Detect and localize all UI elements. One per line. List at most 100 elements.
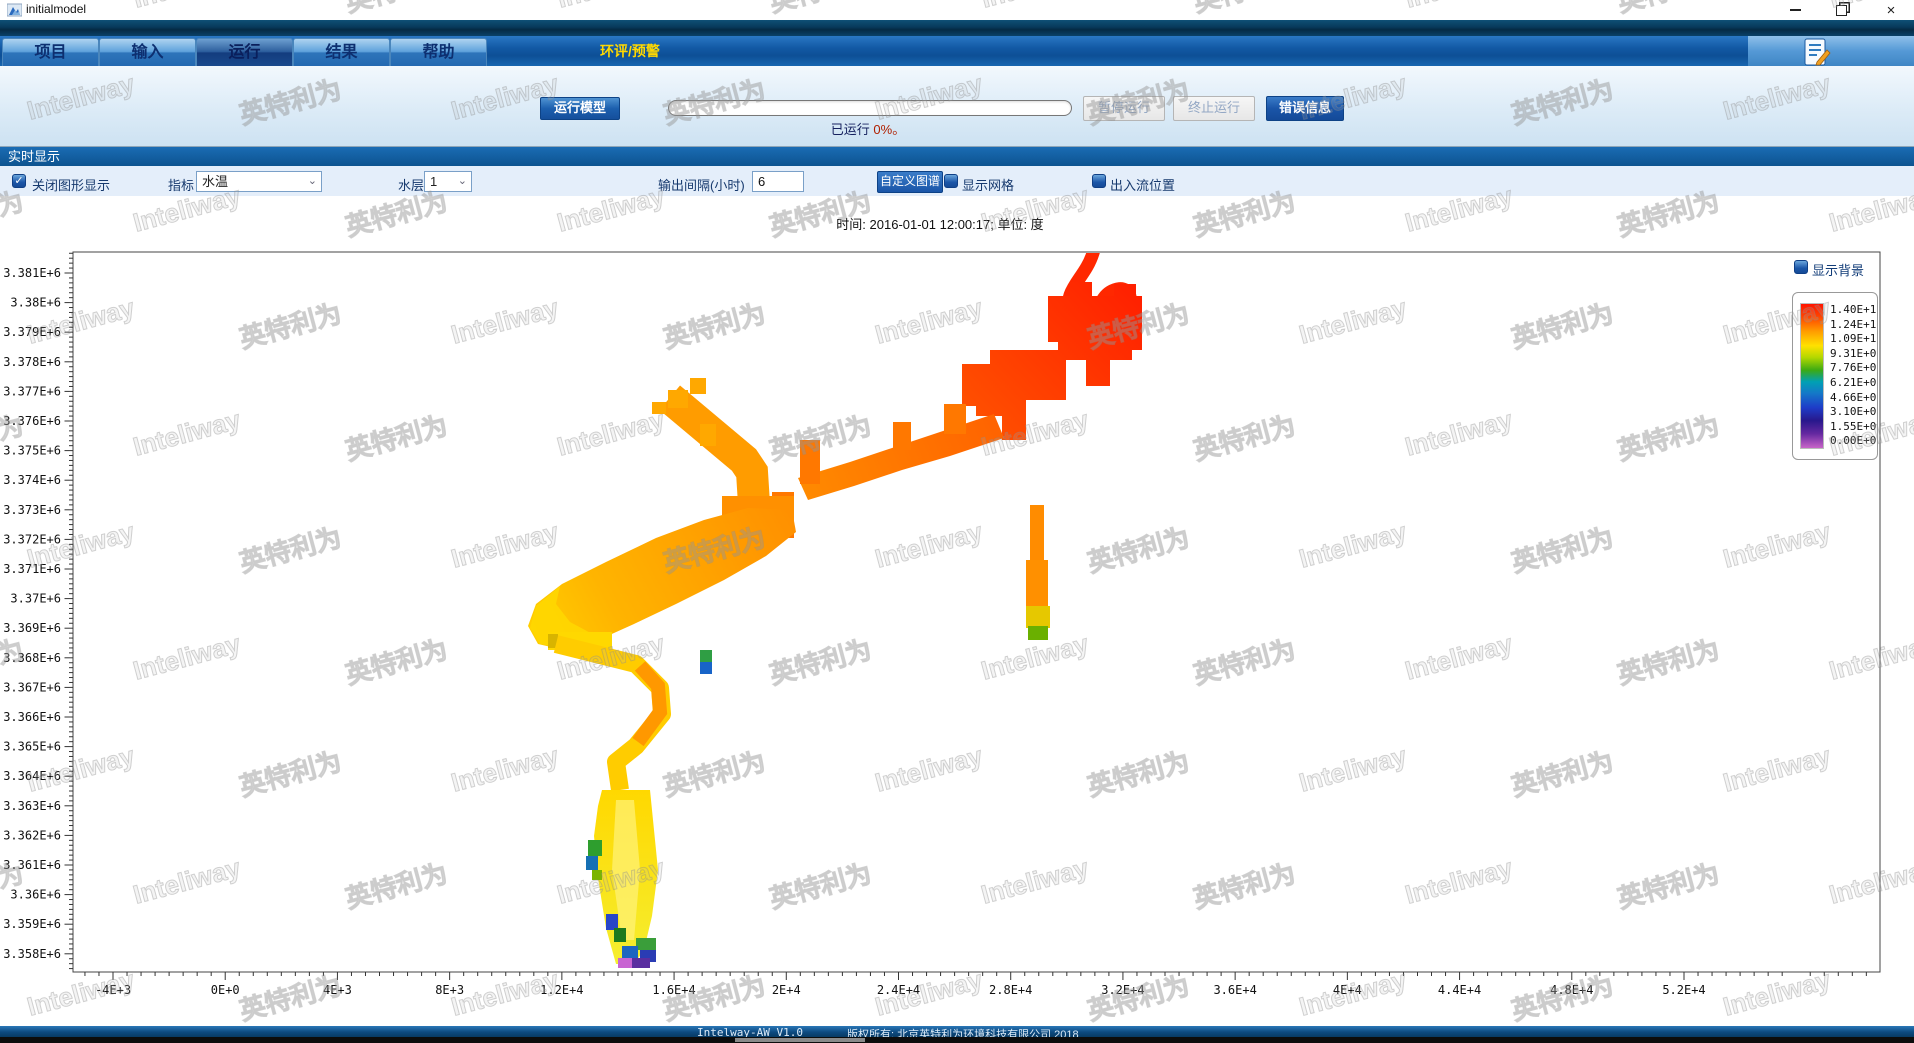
y-tick-label: 3.372E+6 — [3, 532, 61, 546]
x-tick-label: -4E+3 — [95, 983, 131, 997]
tab-运行[interactable]: 运行 — [196, 38, 293, 67]
y-tick-label: 3.361E+6 — [3, 858, 61, 872]
indicator-label: 指标 — [168, 175, 194, 194]
legend-value: 3.10E+0 — [1830, 405, 1876, 420]
legend-colorbar — [1800, 303, 1824, 449]
y-tick-label: 3.366E+6 — [3, 710, 61, 724]
chevron-down-icon: ⌄ — [458, 172, 467, 191]
window-title: initialmodel — [26, 2, 86, 16]
x-tick-label: 1.6E+4 — [652, 983, 695, 997]
y-tick-label: 3.364E+6 — [3, 769, 61, 783]
progress-bar — [668, 100, 1072, 116]
y-tick-label: 3.367E+6 — [3, 680, 61, 694]
y-tick-label: 3.363E+6 — [3, 799, 61, 813]
custom-palette-button[interactable]: 自定义图谱 — [877, 171, 943, 193]
document-edit-icon[interactable] — [1799, 38, 1833, 66]
x-tick-label: 5.2E+4 — [1662, 983, 1705, 997]
x-tick-label: 1.2E+4 — [540, 983, 583, 997]
legend-value: 7.76E+0 — [1830, 361, 1876, 376]
y-tick-label: 3.358E+6 — [3, 947, 61, 961]
layer-value: 1 — [430, 174, 437, 189]
x-tick-label: 2.8E+4 — [989, 983, 1032, 997]
indicator-dropdown[interactable]: 水温 ⌄ — [196, 171, 322, 192]
legend-value: 0.00E+0 — [1830, 434, 1876, 449]
restore-button[interactable] — [1824, 0, 1858, 20]
error-info-button[interactable]: 错误信息 — [1266, 96, 1344, 121]
close-button[interactable]: × — [1874, 0, 1908, 20]
flow-position-checkbox[interactable] — [1092, 174, 1106, 188]
taskbar-segment — [735, 1038, 865, 1042]
plot-border — [73, 252, 1880, 972]
restore-icon — [1836, 5, 1847, 16]
y-tick-label: 3.37E+6 — [10, 592, 61, 606]
minimize-button[interactable] — [1778, 0, 1812, 20]
x-tick-label: 4E+3 — [323, 983, 352, 997]
legend-value: 6.21E+0 — [1830, 376, 1876, 391]
y-tick-label: 3.379E+6 — [3, 325, 61, 339]
close-graph-label: 关闭图形显示 — [32, 175, 110, 194]
tab-输入[interactable]: 输入 — [99, 38, 196, 67]
indicator-value: 水温 — [202, 174, 228, 189]
progress-value: 0%。 — [873, 122, 905, 137]
layer-dropdown[interactable]: 1 ⌄ — [424, 171, 472, 192]
legend-value: 1.24E+1 — [1830, 318, 1876, 333]
time-caption: 时间: 2016-01-01 12:00:17; 单位: 度 — [440, 214, 1440, 233]
legend-value: 4.66E+0 — [1830, 391, 1876, 406]
taskbar-strip — [0, 1037, 1914, 1043]
y-tick-label: 3.371E+6 — [3, 562, 61, 576]
x-tick-label: 4.8E+4 — [1550, 983, 1593, 997]
close-graph-checkbox[interactable]: ✓ — [12, 174, 26, 188]
check-icon: ✓ — [14, 175, 23, 187]
chevron-down-icon: ⌄ — [308, 172, 317, 191]
stop-run-button[interactable]: 终止运行 — [1173, 96, 1255, 121]
legend-value: 1.40E+1 — [1830, 303, 1876, 318]
close-icon: × — [1887, 2, 1896, 19]
x-tick-label: 4E+4 — [1333, 983, 1362, 997]
app-icon — [7, 3, 22, 17]
env-warning-label: 环评/预警 — [600, 41, 800, 61]
legend-values: 1.40E+11.24E+11.09E+19.31E+07.76E+06.21E… — [1830, 303, 1876, 449]
y-tick-label: 3.374E+6 — [3, 473, 61, 487]
tab-项目[interactable]: 项目 — [2, 38, 99, 67]
interval-label: 输出间隔(小时) — [658, 175, 745, 194]
show-background-checkbox[interactable] — [1794, 260, 1808, 274]
y-tick-label: 3.378E+6 — [3, 355, 61, 369]
y-tick-label: 3.373E+6 — [3, 503, 61, 517]
progress-prefix: 已运行 — [831, 122, 870, 137]
x-tick-label: 3.6E+4 — [1213, 983, 1256, 997]
temperature-map[interactable]: 3.381E+6 3.38E+6 3.379E+6 3.378E+6 3.377E+6 3… — [0, 240, 1914, 1030]
y-tick-label: 3.375E+6 — [3, 444, 61, 458]
y-tick-label: 3.376E+6 — [3, 414, 61, 428]
y-tick-label: 3.381E+6 — [3, 266, 61, 280]
y-tick-label: 3.362E+6 — [3, 828, 61, 842]
y-tick-label: 3.369E+6 — [3, 621, 61, 635]
x-tick-label: 2.4E+4 — [877, 983, 920, 997]
interval-input[interactable]: 6 — [752, 171, 804, 192]
tab-结果[interactable]: 结果 — [293, 38, 390, 67]
y-tick-label: 3.36E+6 — [10, 888, 61, 902]
top-dark-strip — [0, 20, 1914, 36]
pause-run-button[interactable]: 暂停运行 — [1083, 96, 1165, 121]
flow-position-label: 出入流位置 — [1110, 175, 1175, 194]
x-tick-label: 4.4E+4 — [1438, 983, 1481, 997]
run-model-button[interactable]: 运行模型 — [540, 97, 620, 120]
legend-value: 1.55E+0 — [1830, 420, 1876, 435]
y-tick-label: 3.38E+6 — [10, 296, 61, 310]
legend-value: 1.09E+1 — [1830, 332, 1876, 347]
x-axis: -4E+3 0E+0 4E+3 8E+3 1.2E+4 1.6E+4 2E+4 2.4E+4 2… — [85, 972, 1866, 997]
x-tick-label: 8E+3 — [435, 983, 464, 997]
show-grid-label: 显示网格 — [962, 175, 1014, 194]
x-tick-label: 3.2E+4 — [1101, 983, 1144, 997]
show-grid-checkbox[interactable] — [944, 174, 958, 188]
legend-value: 9.31E+0 — [1830, 347, 1876, 362]
layer-label: 水层 — [398, 175, 424, 194]
progress-text: 已运行 0%。 — [778, 119, 958, 138]
window-titlebar: initialmodel × — [0, 0, 1914, 20]
y-tick-label: 3.368E+6 — [3, 651, 61, 665]
y-tick-label: 3.377E+6 — [3, 384, 61, 398]
realtime-section-header: 实时显示 — [0, 146, 1914, 166]
tab-帮助[interactable]: 帮助 — [390, 38, 487, 67]
x-tick-label: 0E+0 — [211, 983, 240, 997]
y-tick-label: 3.365E+6 — [3, 740, 61, 754]
x-tick-label: 2E+4 — [772, 983, 801, 997]
